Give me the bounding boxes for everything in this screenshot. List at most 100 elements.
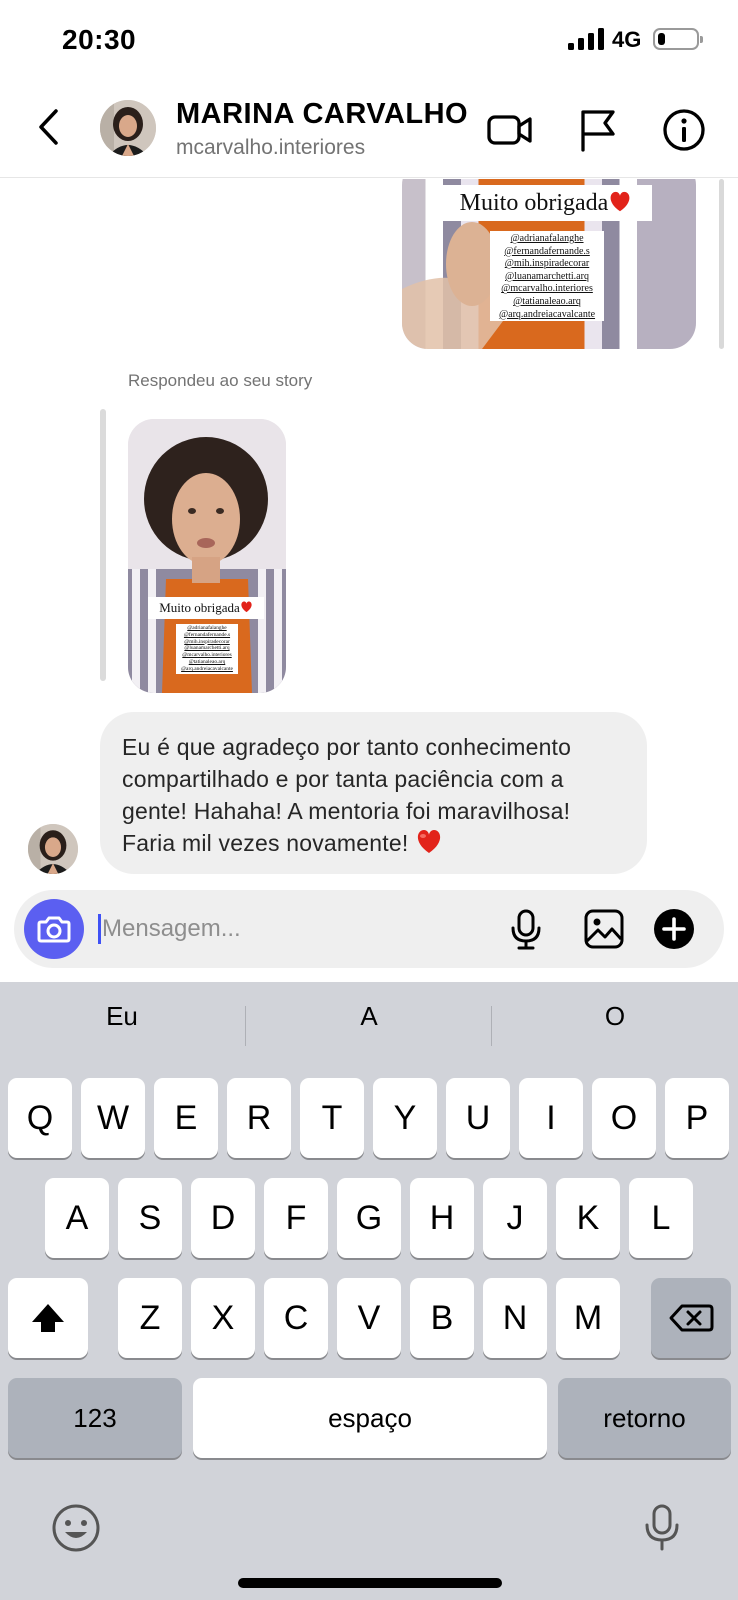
mention: @luanamarchetti.arq — [184, 645, 230, 652]
reply-quote-bar — [100, 409, 106, 681]
suggestion-item[interactable]: A — [247, 996, 491, 1036]
key-p[interactable]: P — [665, 1078, 729, 1158]
chat-header: MARINA CARVALHO mcarvalho.interiores — [0, 82, 738, 178]
key-l[interactable]: L — [629, 1178, 693, 1258]
key-g[interactable]: G — [337, 1178, 401, 1258]
mention: @luanamarchetti.arq — [505, 270, 589, 282]
key-w[interactable]: W — [81, 1078, 145, 1158]
contact-name[interactable]: MARINA CARVALHO — [176, 98, 468, 131]
scrollbar[interactable] — [719, 179, 724, 349]
emoji-icon[interactable] — [48, 1500, 104, 1556]
flag-icon[interactable] — [574, 106, 622, 154]
sticker-text: Muito obrigada — [459, 190, 609, 216]
status-time: 20:30 — [62, 24, 137, 55]
key-k[interactable]: K — [556, 1178, 620, 1258]
conversation[interactable]: Muito obrigada @adrianafalanghe @fernand… — [0, 179, 738, 879]
shift-key[interactable] — [8, 1278, 88, 1358]
key-v[interactable]: V — [337, 1278, 401, 1358]
key-n[interactable]: N — [483, 1278, 547, 1358]
message-composer — [14, 890, 724, 968]
message-line: Eu é que agradeço por tanto conhecimento — [122, 734, 572, 760]
key-a[interactable]: A — [45, 1178, 109, 1258]
add-icon[interactable] — [652, 907, 696, 951]
heart-icon — [610, 191, 630, 212]
divider — [245, 1006, 246, 1046]
avatar[interactable] — [100, 100, 156, 156]
dictation-icon[interactable] — [634, 1500, 690, 1556]
sender-avatar[interactable] — [28, 824, 78, 874]
suggestion-item[interactable]: O — [493, 996, 737, 1036]
key-d[interactable]: D — [191, 1178, 255, 1258]
mention: @arq.andreiacavalcante — [498, 308, 596, 320]
status-bar: 20:30 4G — [0, 0, 738, 82]
network-type: 4G — [612, 27, 642, 52]
shift-icon — [32, 1304, 64, 1332]
keyboard: Eu A O Q W E R T Y U I O P A S D F G H J… — [0, 982, 738, 1600]
camera-button[interactable] — [24, 899, 84, 959]
divider — [491, 1006, 492, 1046]
mention: @adrianafalanghe — [187, 625, 227, 631]
story-sticker: Muito obrigada — [148, 597, 264, 619]
gallery-icon[interactable] — [582, 907, 626, 951]
mention: @mcarvalho.interiores — [501, 283, 593, 295]
message-line: compartilhado e por tanta paciência com … — [122, 766, 564, 792]
mention: @arq.andreiacavalcante — [181, 665, 233, 672]
mention: @mih.inspiradecorar — [504, 258, 590, 270]
back-icon[interactable] — [30, 102, 70, 152]
key-e[interactable]: E — [154, 1078, 218, 1158]
message-text: Eu é que agradeço por tanto conhecimento… — [122, 731, 625, 859]
avatar-photo — [100, 100, 156, 156]
key-j[interactable]: J — [483, 1178, 547, 1258]
key-r[interactable]: R — [227, 1078, 291, 1158]
suggestion-item[interactable]: Eu — [0, 996, 244, 1036]
sticker-text: Muito obrigada — [159, 600, 240, 615]
story-mentions: @adrianafalanghe @fernandafernande.s @mi… — [176, 624, 238, 674]
heart-icon — [417, 830, 441, 853]
home-indicator — [238, 1578, 502, 1588]
key-c[interactable]: C — [264, 1278, 328, 1358]
message-bubble[interactable]: Eu é que agradeço por tanto conhecimento… — [100, 712, 647, 874]
battery-level — [658, 33, 665, 45]
space-key[interactable]: espaço — [193, 1378, 547, 1458]
mention: @tatianaleao.arq — [513, 295, 581, 307]
key-b[interactable]: B — [410, 1278, 474, 1358]
suggestion-bar: Eu A O — [0, 982, 738, 1048]
video-call-icon[interactable] — [486, 106, 534, 154]
key-m[interactable]: M — [556, 1278, 620, 1358]
avatar-photo — [28, 824, 78, 874]
key-y[interactable]: Y — [373, 1078, 437, 1158]
key-h[interactable]: H — [410, 1178, 474, 1258]
message-input[interactable] — [102, 907, 492, 951]
key-o[interactable]: O — [592, 1078, 656, 1158]
key-f[interactable]: F — [264, 1178, 328, 1258]
story-sticker: Muito obrigada — [440, 185, 652, 221]
key-z[interactable]: Z — [118, 1278, 182, 1358]
message-line: gente! Hahaha! A mentoria foi maravilhos… — [122, 798, 571, 824]
text-cursor — [98, 914, 101, 944]
heart-icon — [241, 601, 252, 613]
mention: @adrianafalanghe — [510, 233, 584, 244]
key-x[interactable]: X — [191, 1278, 255, 1358]
camera-icon — [37, 916, 71, 943]
story-thumbnail[interactable]: Muito obrigada @adrianafalanghe @fernand… — [402, 179, 696, 349]
replied-story-thumbnail[interactable]: Muito obrigada @adrianafalanghe @fernand… — [128, 419, 286, 693]
backspace-icon — [669, 1304, 714, 1332]
backspace-key[interactable] — [651, 1278, 731, 1358]
return-key[interactable]: retorno — [558, 1378, 731, 1458]
mention: @mih.inspiradecorar — [184, 638, 230, 645]
key-u[interactable]: U — [446, 1078, 510, 1158]
contact-username[interactable]: mcarvalho.interiores — [176, 136, 365, 160]
key-i[interactable]: I — [519, 1078, 583, 1158]
numbers-key[interactable]: 123 — [8, 1378, 182, 1458]
key-t[interactable]: T — [300, 1078, 364, 1158]
key-s[interactable]: S — [118, 1178, 182, 1258]
message-line: Faria mil vezes novamente! — [122, 830, 409, 856]
info-icon[interactable] — [660, 106, 708, 154]
key-q[interactable]: Q — [8, 1078, 72, 1158]
mention: @tatianaleao.arq — [188, 658, 226, 665]
microphone-icon[interactable] — [504, 907, 548, 951]
mention: @mcarvalho.interiores — [182, 652, 232, 659]
mention: @fernandafernande.s — [504, 245, 590, 257]
story-mentions: @adrianafalanghe @fernandafernande.s @mi… — [490, 231, 604, 321]
reply-label: Respondeu ao seu story — [128, 371, 313, 390]
